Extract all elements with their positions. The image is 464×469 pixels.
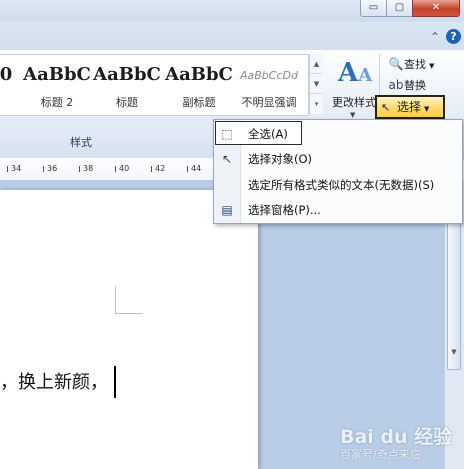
cursor-arrow-icon: ↖ bbox=[221, 152, 233, 166]
style-sample: AaBbC bbox=[93, 64, 161, 85]
binoculars-icon: 🔍 bbox=[388, 57, 404, 71]
ribbon-collapse-icon[interactable]: ⌃ bbox=[428, 30, 442, 44]
ruler-tick: 42 bbox=[148, 164, 165, 173]
ruler-tick: 38 bbox=[76, 164, 93, 173]
selection-pane-icon: ▤ bbox=[221, 203, 233, 217]
style-item-subtitle[interactable]: AaBbC 副标题 bbox=[164, 58, 234, 110]
ribbon-tab-row bbox=[0, 22, 464, 50]
ruler-tick: 34 bbox=[4, 164, 21, 173]
chevron-down-icon: ▼ bbox=[429, 62, 435, 70]
close-button[interactable]: ✕ bbox=[412, 0, 460, 17]
cursor-arrow-icon: ↖ bbox=[381, 101, 391, 114]
style-sample: AaBbCcDd bbox=[240, 69, 298, 82]
style-sample: 0 bbox=[0, 64, 13, 85]
menu-item-label: 选定所有格式类似的文本(无数据)(S) bbox=[248, 178, 435, 192]
ruler-tick: 36 bbox=[40, 164, 57, 173]
menu-item-label: 选择窗格(P)... bbox=[248, 203, 321, 217]
change-styles-label: 更改样式 bbox=[332, 96, 376, 109]
style-item-partial[interactable]: 0 bbox=[0, 58, 16, 110]
select-button[interactable]: ↖ 选择 ▼ bbox=[375, 95, 445, 119]
scroll-down-icon[interactable]: ▼ bbox=[447, 345, 461, 359]
watermark: Bai du 经验 百家号/奇点来临 bbox=[340, 422, 460, 466]
menu-item-selection-pane[interactable]: ▤ 选择窗格(P)... bbox=[214, 198, 462, 222]
select-all-icon: ⬚ bbox=[221, 127, 233, 141]
chevron-down-icon: ▼ bbox=[350, 111, 356, 119]
replace-icon: ab bbox=[388, 78, 404, 92]
help-icon[interactable]: ? bbox=[446, 29, 461, 44]
text-cursor bbox=[114, 366, 116, 398]
document-page[interactable] bbox=[0, 190, 258, 469]
find-button[interactable]: 🔍查找 ▼ bbox=[388, 55, 435, 73]
gallery-more-icon[interactable]: ▾ bbox=[310, 94, 323, 114]
margin-corner-mark bbox=[115, 313, 143, 314]
style-label: 副标题 bbox=[182, 96, 216, 109]
style-sample: AaBbC bbox=[23, 64, 91, 85]
replace-label: 替换 bbox=[404, 79, 426, 92]
menu-item-select-similar[interactable]: 选定所有格式类似的文本(无数据)(S) bbox=[214, 173, 462, 197]
gallery-up-icon[interactable]: ▲ bbox=[310, 54, 323, 74]
select-label: 选择 bbox=[397, 100, 422, 114]
change-styles-icon: AA bbox=[338, 58, 373, 88]
watermark-logo: Bai du 经验 bbox=[340, 426, 453, 448]
chevron-down-icon: ▼ bbox=[424, 105, 430, 113]
style-label: 不明显强调 bbox=[241, 96, 297, 109]
style-item-title[interactable]: AaBbC 标题 bbox=[92, 58, 162, 110]
menu-item-label: 选择对象(O) bbox=[248, 152, 313, 166]
margin-corner-mark bbox=[115, 286, 116, 314]
ruler-tick: 44 bbox=[184, 164, 201, 173]
maximize-button[interactable]: ▢ bbox=[386, 0, 413, 17]
menu-item-select-all[interactable]: ⬚ 全选(A) bbox=[214, 122, 462, 146]
replace-button[interactable]: ab替换 bbox=[388, 76, 427, 94]
gallery-scroller: ▲ ▼ ▾ bbox=[309, 54, 323, 114]
watermark-caption: 百家号/奇点来临 bbox=[340, 448, 421, 461]
style-item-subtle-emphasis[interactable]: AaBbCcDd 不明显强调 bbox=[234, 58, 304, 110]
document-text[interactable]: ，换上新颜， bbox=[0, 368, 108, 394]
style-label: 标题 bbox=[116, 96, 138, 109]
style-label: 标题 2 bbox=[40, 96, 74, 109]
style-item-heading-2[interactable]: AaBbC 标题 2 bbox=[22, 58, 92, 110]
styles-group-label: 样式 bbox=[70, 136, 92, 149]
menu-item-label: 全选(A) bbox=[248, 127, 288, 141]
menu-item-select-objects[interactable]: ↖ 选择对象(O) bbox=[214, 147, 462, 171]
change-styles-button[interactable]: AA 更改样式 ▼ bbox=[326, 54, 376, 120]
ruler-tick: 40 bbox=[112, 164, 129, 173]
minimize-button[interactable]: ▭ bbox=[360, 0, 387, 17]
find-label: 查找 bbox=[404, 58, 426, 71]
style-sample: AaBbC bbox=[165, 64, 233, 85]
gallery-down-icon[interactable]: ▼ bbox=[310, 74, 323, 94]
